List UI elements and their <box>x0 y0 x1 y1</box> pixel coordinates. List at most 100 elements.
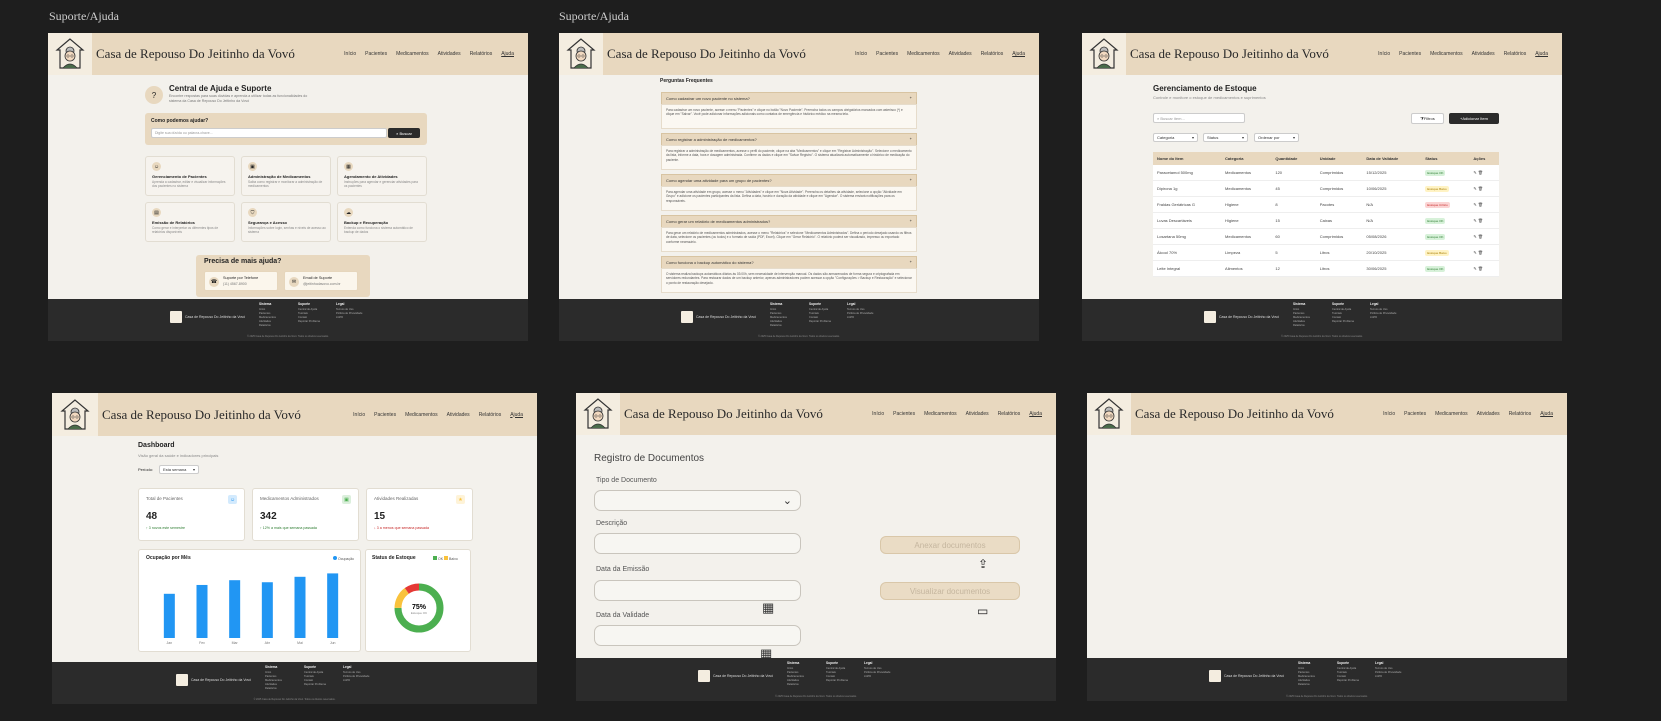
footer-link[interactable]: Reportar Problema <box>826 679 848 683</box>
nav-medicamentos[interactable]: Medicamentos <box>1435 411 1468 417</box>
add-item-button[interactable]: + Adicionar Item <box>1449 113 1499 124</box>
footer-link[interactable]: LGPD <box>343 679 369 683</box>
nav-pacientes[interactable]: Pacientes <box>1399 51 1421 57</box>
footer-link[interactable]: Reportar Problema <box>304 683 326 687</box>
footer-link[interactable]: LGPD <box>1375 675 1401 679</box>
footer-link[interactable]: Reportar Problema <box>809 320 831 324</box>
plus-icon[interactable]: + <box>910 95 912 100</box>
nav-atividades[interactable]: Atividades <box>447 412 470 418</box>
nav-ajuda[interactable]: Ajuda <box>1029 411 1042 417</box>
footer-link[interactable]: LGPD <box>1370 316 1396 320</box>
nav-pacientes[interactable]: Pacientes <box>876 51 898 57</box>
footer-link[interactable]: Relatórios <box>1293 324 1310 328</box>
nav-pacientes[interactable]: Pacientes <box>893 411 915 417</box>
help-search-input[interactable]: Digite sua dúvida ou palavra-chave... <box>151 128 387 138</box>
edit-icon[interactable]: ✎ <box>1473 186 1476 191</box>
upload-icon[interactable]: ⇪ <box>978 557 988 571</box>
nav-relatorios[interactable]: Relatórios <box>470 51 493 57</box>
footer-link[interactable]: LGPD <box>847 316 873 320</box>
help-topic-card[interactable]: ☺ Gerenciamento de Pacientes Aprenda a cad… <box>145 156 235 196</box>
nav-atividades[interactable]: Atividades <box>966 411 989 417</box>
nav-inicio[interactable]: Início <box>872 411 884 417</box>
edit-icon[interactable]: ✎ <box>1473 218 1476 223</box>
trash-icon[interactable]: 🗑 <box>1478 186 1483 191</box>
nav-inicio[interactable]: Início <box>353 412 365 418</box>
attach-documents-button[interactable]: Anexar documentos <box>880 536 1020 554</box>
nav-inicio[interactable]: Início <box>1383 411 1395 417</box>
nav-medicamentos[interactable]: Medicamentos <box>1430 51 1463 57</box>
view-documents-button[interactable]: Visualizar documentos <box>880 582 1020 600</box>
filters-button[interactable]: ⧩ Filtros <box>1411 113 1444 124</box>
stock-search-input[interactable]: ⌕ Buscar item... <box>1153 113 1245 123</box>
plus-icon[interactable]: + <box>910 136 912 141</box>
description-input[interactable] <box>594 533 801 554</box>
nav-ajuda[interactable]: Ajuda <box>1540 411 1553 417</box>
calendar-icon[interactable]: ▦ <box>762 600 774 616</box>
help-topic-card[interactable]: ▣ Administração de Medicamentos Saiba como… <box>241 156 331 196</box>
category-select[interactable]: Categoria ▾ <box>1153 133 1198 142</box>
footer-link[interactable]: Relatórios <box>770 324 787 328</box>
nav-medicamentos[interactable]: Medicamentos <box>907 51 940 57</box>
footer-link[interactable]: Relatórios <box>259 324 276 328</box>
folder-icon[interactable]: ▭ <box>977 604 988 618</box>
nav-medicamentos[interactable]: Medicamentos <box>396 51 429 57</box>
nav-relatorios[interactable]: Relatórios <box>981 51 1004 57</box>
footer-link[interactable]: LGPD <box>336 316 362 320</box>
footer-link[interactable]: Relatórios <box>1298 683 1315 687</box>
phone-support-card[interactable]: ☎ Suporte por Telefone (11) 4567-8900 <box>204 271 278 291</box>
nav-atividades[interactable]: Atividades <box>1477 411 1500 417</box>
validity-date-input[interactable] <box>594 625 801 646</box>
plus-icon[interactable]: + <box>910 259 912 264</box>
nav-ajuda[interactable]: Ajuda <box>501 51 514 57</box>
trash-icon[interactable]: 🗑 <box>1478 250 1483 255</box>
footer-link[interactable]: Reportar Problema <box>1332 320 1354 324</box>
footer-link[interactable]: Reportar Problema <box>1337 679 1359 683</box>
trash-icon[interactable]: 🗑 <box>1478 218 1483 223</box>
nav-atividades[interactable]: Atividades <box>1472 51 1495 57</box>
nav-relatorios[interactable]: Relatórios <box>998 411 1021 417</box>
nav-atividades[interactable]: Atividades <box>438 51 461 57</box>
plus-icon[interactable]: + <box>910 177 912 182</box>
trash-icon[interactable]: 🗑 <box>1478 234 1483 239</box>
nav-atividades[interactable]: Atividades <box>949 51 972 57</box>
nav-ajuda[interactable]: Ajuda <box>1012 51 1025 57</box>
nav-inicio[interactable]: Início <box>344 51 356 57</box>
period-select[interactable]: Esta semana ▾ <box>159 465 199 474</box>
nav-pacientes[interactable]: Pacientes <box>374 412 396 418</box>
emission-date-input[interactable] <box>594 580 801 601</box>
footer-link[interactable]: Reportar Problema <box>298 320 320 324</box>
edit-icon[interactable]: ✎ <box>1473 234 1476 239</box>
edit-icon[interactable]: ✎ <box>1473 170 1476 175</box>
status-select[interactable]: Status ▾ <box>1203 133 1248 142</box>
trash-icon[interactable]: 🗑 <box>1478 170 1483 175</box>
edit-icon[interactable]: ✎ <box>1473 250 1476 255</box>
help-topic-card[interactable]: ☁ Backup e Recuperação Entenda como funcio… <box>337 202 427 242</box>
nav-inicio[interactable]: Início <box>1378 51 1390 57</box>
nav-ajuda[interactable]: Ajuda <box>510 412 523 418</box>
nav-pacientes[interactable]: Pacientes <box>1404 411 1426 417</box>
nav-relatorios[interactable]: Relatórios <box>1509 411 1532 417</box>
plus-icon[interactable]: + <box>910 218 912 223</box>
doc-type-select[interactable]: ⌄ <box>594 490 801 511</box>
nav-pacientes[interactable]: Pacientes <box>365 51 387 57</box>
nav-relatorios[interactable]: Relatórios <box>1504 51 1527 57</box>
trash-icon[interactable]: 🗑 <box>1478 266 1483 271</box>
footer-link[interactable]: LGPD <box>864 675 890 679</box>
nav-ajuda[interactable]: Ajuda <box>1535 51 1548 57</box>
help-search-button[interactable]: ⌕ Buscar <box>388 128 420 138</box>
help-topic-card[interactable]: ⛉ Segurança e Acesso Informações sobre log… <box>241 202 331 242</box>
help-topic-card[interactable]: ▦ Agendamento de Atividades Instruções par… <box>337 156 427 196</box>
help-topic-card[interactable]: ▤ Emissão de Relatórios Como gerar e inter… <box>145 202 235 242</box>
edit-icon[interactable]: ✎ <box>1473 266 1476 271</box>
nav-inicio[interactable]: Início <box>855 51 867 57</box>
edit-icon[interactable]: ✎ <box>1473 202 1476 207</box>
nav-relatorios[interactable]: Relatórios <box>479 412 502 418</box>
status-badge: Estoque OK <box>1425 234 1446 240</box>
email-support-card[interactable]: ✉ Email de Suporte @jeitinhodavovo.com.b… <box>284 271 358 291</box>
nav-medicamentos[interactable]: Medicamentos <box>405 412 438 418</box>
sort-select[interactable]: Ordenar por ▾ <box>1254 133 1299 142</box>
nav-medicamentos[interactable]: Medicamentos <box>924 411 957 417</box>
footer-link[interactable]: Relatórios <box>787 683 804 687</box>
trash-icon[interactable]: 🗑 <box>1478 202 1483 207</box>
footer-link[interactable]: Relatórios <box>265 687 282 691</box>
